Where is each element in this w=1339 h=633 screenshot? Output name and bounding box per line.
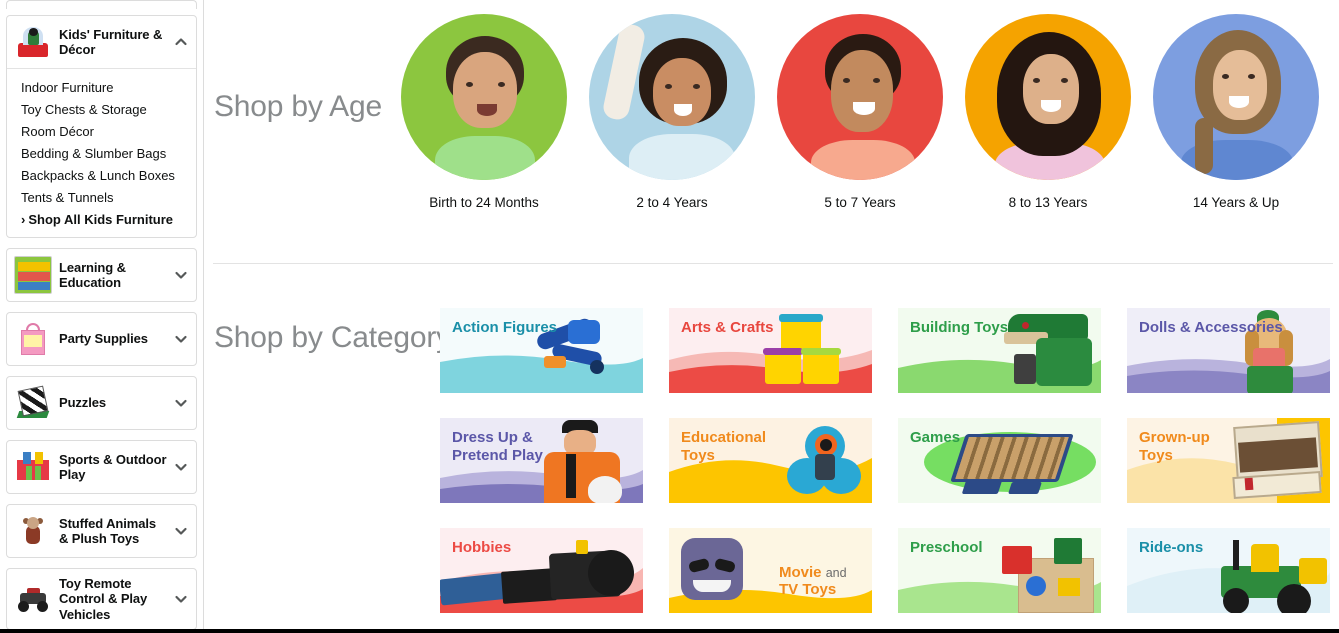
learning-thumb <box>14 256 52 294</box>
age-label[interactable]: 14 Years & Up <box>1142 195 1330 210</box>
sidebar-item-stuffed-animals[interactable]: Stuffed Animals & Plush Toys <box>6 504 197 558</box>
sidebar-item-stuffed-animals-header[interactable]: Stuffed Animals & Plush Toys <box>7 505 196 557</box>
puzzles-thumb <box>14 384 52 422</box>
sidebar-subcategory-list[interactable]: Indoor Furniture Toy Chests & Storage Ro… <box>7 69 196 237</box>
age-label[interactable]: Birth to 24 Months <box>390 195 578 210</box>
chevron-right-icon: › <box>21 212 26 227</box>
sidebar-item-toy-remote-control[interactable]: Toy Remote Control & Play Vehicles <box>6 568 197 630</box>
shop-by-age-title: Shop by Age <box>214 90 382 123</box>
section-divider <box>213 263 1333 264</box>
category-tile-movie-tv-toys[interactable]: Movie and TV Toys <box>669 528 872 613</box>
category-tile-hobbies[interactable]: Hobbies <box>440 528 643 613</box>
sidebar-item-sports-outdoor-play[interactable]: Sports & Outdoor Play <box>6 440 197 494</box>
category-tile-dress-up-pretend-play[interactable]: Dress Up & Pretend Play <box>440 418 643 503</box>
age-circle-row: Birth to 24 Months 2 to 4 Years 5 to 7 Y… <box>390 14 1330 210</box>
category-tile-ride-ons[interactable]: Ride-ons <box>1127 528 1330 613</box>
category-tile-label: Arts & Crafts <box>681 319 774 336</box>
category-tile-label: Ride-ons <box>1139 539 1204 556</box>
shop-by-age-section: Shop by Age Birth to 24 Months 2 to 4 Ye… <box>205 0 1339 264</box>
category-tile-games[interactable]: Games <box>898 418 1101 503</box>
chevron-down-icon[interactable] <box>174 396 188 410</box>
category-tile-label: Building Toys <box>910 319 1009 336</box>
age-item-birth-to-24-months[interactable]: Birth to 24 Months <box>390 14 578 210</box>
age-label[interactable]: 5 to 7 Years <box>766 195 954 210</box>
age-photo-8-to-13-years[interactable] <box>965 14 1131 180</box>
sidebar-item-learning-education[interactable]: Learning & Education <box>6 248 197 302</box>
sidebar-subitem-backpacks[interactable]: Backpacks & Lunch Boxes <box>7 165 196 187</box>
rc-thumb <box>14 579 52 618</box>
category-tile-grid: Action Figures Arts & Crafts Building To… <box>440 308 1339 633</box>
category-tile-action-figures[interactable]: Action Figures <box>440 308 643 393</box>
sidebar-item-puzzles[interactable]: Puzzles <box>6 376 197 430</box>
age-item-14-years-up[interactable]: 14 Years & Up <box>1142 14 1330 210</box>
kids-furniture-thumb <box>14 23 52 61</box>
sidebar-item-label: Toy Remote Control & Play Vehicles <box>59 576 148 622</box>
category-tile-label: Games <box>910 429 961 446</box>
age-photo-2-to-4-years[interactable] <box>589 14 755 180</box>
category-tile-label: Dress Up & Pretend Play <box>452 429 543 464</box>
sidebar-item-label: Learning & Education <box>59 259 126 290</box>
sidebar-item-label: Stuffed Animals & Plush Toys <box>59 515 156 546</box>
sidebar-item-toy-remote-control-header[interactable]: Toy Remote Control & Play Vehicles <box>7 569 196 629</box>
sidebar-item-label: Kids' Furniture & Décor <box>59 26 163 57</box>
category-tile-arts-crafts[interactable]: Arts & Crafts <box>669 308 872 393</box>
sidebar-subitem-room-decor[interactable]: Room Décor <box>7 121 196 143</box>
age-item-5-to-7-years[interactable]: 5 to 7 Years <box>766 14 954 210</box>
age-photo-5-to-7-years[interactable] <box>777 14 943 180</box>
category-tile-dolls-accessories[interactable]: Dolls & Accessories <box>1127 308 1330 393</box>
chevron-down-icon[interactable] <box>174 592 188 606</box>
sidebar-subitem-bedding[interactable]: Bedding & Slumber Bags <box>7 143 196 165</box>
sidebar-item-label: Sports & Outdoor Play <box>59 451 167 482</box>
category-tile-label: Hobbies <box>452 539 512 556</box>
category-tile-label: Grown-up Toys <box>1139 429 1210 464</box>
plush-thumb <box>14 512 52 550</box>
movie-label-line1: Movie and TV Toys <box>779 563 847 599</box>
age-label[interactable]: 8 to 13 Years <box>954 195 1142 210</box>
chevron-down-icon[interactable] <box>174 268 188 282</box>
sidebar-item-label: Party Supplies <box>59 331 148 347</box>
age-photo-14-years-up[interactable] <box>1153 14 1319 180</box>
sidebar-item-learning-education-header[interactable]: Learning & Education <box>7 249 196 301</box>
chevron-up-icon[interactable] <box>174 35 188 49</box>
party-thumb <box>14 320 52 358</box>
age-label[interactable]: 2 to 4 Years <box>578 195 766 210</box>
category-tile-label: Preschool <box>910 539 983 556</box>
chevron-down-icon[interactable] <box>174 524 188 538</box>
toy-store-browse-page: Kids' Furniture & Décor Indoor Furniture… <box>0 0 1339 633</box>
category-sidebar[interactable]: Kids' Furniture & Décor Indoor Furniture… <box>0 0 204 633</box>
shop-all-kids-furniture-link[interactable]: › Shop All Kids Furniture <box>7 209 196 231</box>
sidebar-subitem-toy-chests[interactable]: Toy Chests & Storage <box>7 99 196 121</box>
chevron-down-icon[interactable] <box>174 460 188 474</box>
sidebar-subitem-indoor-furniture[interactable]: Indoor Furniture <box>7 77 196 99</box>
age-item-2-to-4-years[interactable]: 2 to 4 Years <box>578 14 766 210</box>
main-content: Shop by Age Birth to 24 Months 2 to 4 Ye… <box>205 0 1339 633</box>
sidebar-item-party-supplies-header[interactable]: Party Supplies <box>7 313 196 365</box>
sports-thumb <box>14 448 52 486</box>
sidebar-card-partial-top <box>6 0 197 9</box>
sidebar-item-kids-furniture[interactable]: Kids' Furniture & Décor Indoor Furniture… <box>6 15 197 238</box>
category-tile-grown-up-toys[interactable]: Grown-up Toys <box>1127 418 1330 503</box>
sidebar-item-sports-outdoor-play-header[interactable]: Sports & Outdoor Play <box>7 441 196 493</box>
age-photo-birth-to-24-months[interactable] <box>401 14 567 180</box>
category-tile-label: Action Figures <box>452 319 558 336</box>
category-tile-building-toys[interactable]: Building Toys <box>898 308 1101 393</box>
screenshot-bottom-edge <box>0 629 1339 633</box>
category-tile-label: Dolls & Accessories <box>1139 319 1283 336</box>
category-tile-educational-toys[interactable]: Educational Toys <box>669 418 872 503</box>
chevron-down-icon[interactable] <box>174 332 188 346</box>
category-tile-preschool[interactable]: Preschool <box>898 528 1101 613</box>
sidebar-item-label: Puzzles <box>59 395 106 411</box>
sidebar-item-puzzles-header[interactable]: Puzzles <box>7 377 196 429</box>
age-item-8-to-13-years[interactable]: 8 to 13 Years <box>954 14 1142 210</box>
sidebar-subitem-tents-tunnels[interactable]: Tents & Tunnels <box>7 187 196 209</box>
category-tile-label: Movie and TV Toys <box>779 546 847 599</box>
sidebar-item-party-supplies[interactable]: Party Supplies <box>6 312 197 366</box>
shop-by-category-title: Shop by Category <box>214 321 451 354</box>
shop-all-label: Shop All Kids Furniture <box>28 212 174 227</box>
category-tile-label: Educational Toys <box>681 429 767 464</box>
sidebar-item-kids-furniture-header[interactable]: Kids' Furniture & Décor <box>7 16 196 69</box>
